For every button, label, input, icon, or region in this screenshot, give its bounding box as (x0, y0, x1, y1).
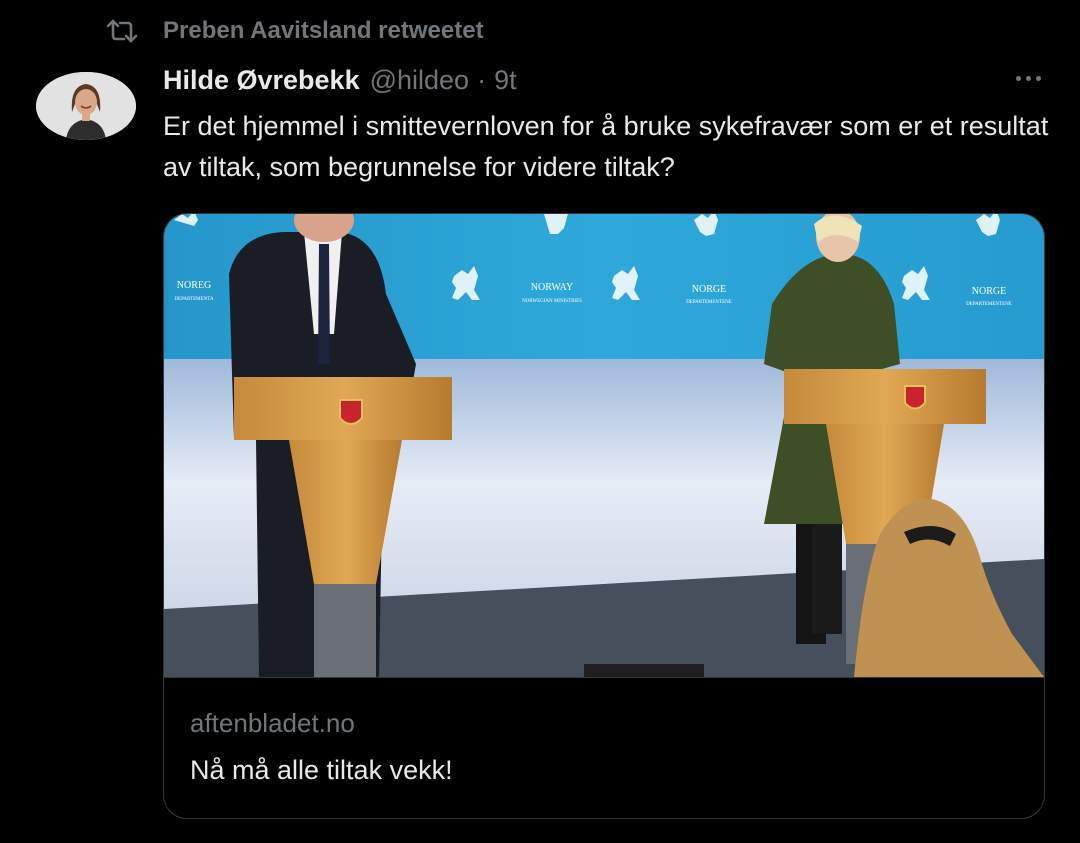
tweet-timestamp[interactable]: 9t (494, 65, 517, 96)
svg-text:NOREG: NOREG (177, 280, 211, 291)
svg-text:NORGE: NORGE (692, 284, 726, 295)
link-domain[interactable]: aftenbladet.no (190, 708, 355, 739)
retweet-icon (105, 14, 141, 48)
retweet-label[interactable]: Preben Aavitsland retweetet (163, 17, 484, 45)
author-handle[interactable]: @hildeo (370, 65, 469, 96)
tweet-text: Er det hjemmel i smittevernloven for å b… (163, 111, 1049, 182)
separator-dot: · (477, 64, 487, 95)
svg-text:DEPARTEMENTENE: DEPARTEMENTENE (966, 302, 1012, 307)
retweet-indicator[interactable]: Preben Aavitsland retweetet (105, 14, 484, 48)
press-conference-photo[interactable]: NOREG DEPARTEMENTA NORWAY NORWEGIAN MINI… (164, 214, 1044, 678)
svg-text:DEPARTEMENTA: DEPARTEMENTA (174, 297, 214, 302)
svg-text:NORWEGIAN MINISTRIES: NORWEGIAN MINISTRIES (522, 299, 582, 304)
tweet[interactable]: Preben Aavitsland retweetet Hilde Øvrebe… (0, 0, 1080, 843)
author-name[interactable]: Hilde Øvrebekk (163, 65, 360, 96)
svg-text:NORGE: NORGE (972, 286, 1006, 297)
tweet-header: Hilde Øvrebekk @hildeo · 9t (163, 60, 517, 100)
svg-text:DEPARTEMENTENE: DEPARTEMENTENE (686, 300, 732, 305)
link-card[interactable]: NOREG DEPARTEMENTA NORWAY NORWEGIAN MINI… (163, 213, 1045, 819)
more-options-icon[interactable] (1008, 64, 1048, 92)
avatar[interactable] (36, 72, 136, 140)
svg-text:NORWAY: NORWAY (531, 282, 573, 293)
link-title[interactable]: Nå må alle tiltak vekk! (190, 755, 453, 786)
